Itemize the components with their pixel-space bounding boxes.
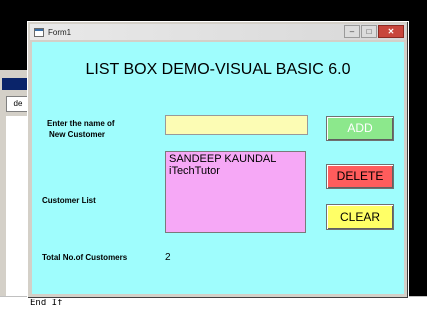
- add-button[interactable]: ADD: [326, 116, 394, 141]
- form-window: Form1 – □ ✕ LIST BOX DEMO-VISUAL BASIC 6…: [27, 21, 409, 299]
- code-editor-strip: [0, 296, 427, 321]
- total-count: 2: [165, 252, 171, 263]
- window-titlebar[interactable]: Form1 – □ ✕: [30, 24, 406, 40]
- window-title: Form1: [48, 27, 72, 37]
- minimize-button[interactable]: –: [344, 25, 360, 38]
- customer-list-label: Customer List: [42, 196, 96, 205]
- form-icon: [34, 27, 44, 37]
- delete-button[interactable]: DELETE: [326, 164, 394, 189]
- name-label: Enter the name of New Customer: [47, 118, 115, 140]
- page-title: LIST BOX DEMO-VISUAL BASIC 6.0: [85, 61, 351, 78]
- name-label-line1: Enter the name of: [47, 119, 115, 128]
- list-item[interactable]: iTechTutor: [169, 165, 302, 177]
- list-item[interactable]: SANDEEP KAUNDAL: [169, 153, 302, 165]
- customer-listbox[interactable]: SANDEEP KAUNDAL iTechTutor: [165, 151, 306, 233]
- maximize-button[interactable]: □: [361, 25, 377, 38]
- close-button[interactable]: ✕: [378, 25, 404, 38]
- window-controls: – □ ✕: [343, 25, 404, 38]
- customer-name-input[interactable]: [165, 115, 308, 135]
- name-label-line2: New Customer: [49, 130, 106, 139]
- form-client-area: LIST BOX DEMO-VISUAL BASIC 6.0 Enter the…: [32, 42, 404, 294]
- total-label: Total No.of Customers: [42, 253, 128, 262]
- clear-button[interactable]: CLEAR: [326, 204, 394, 230]
- code-line: End If: [30, 298, 63, 308]
